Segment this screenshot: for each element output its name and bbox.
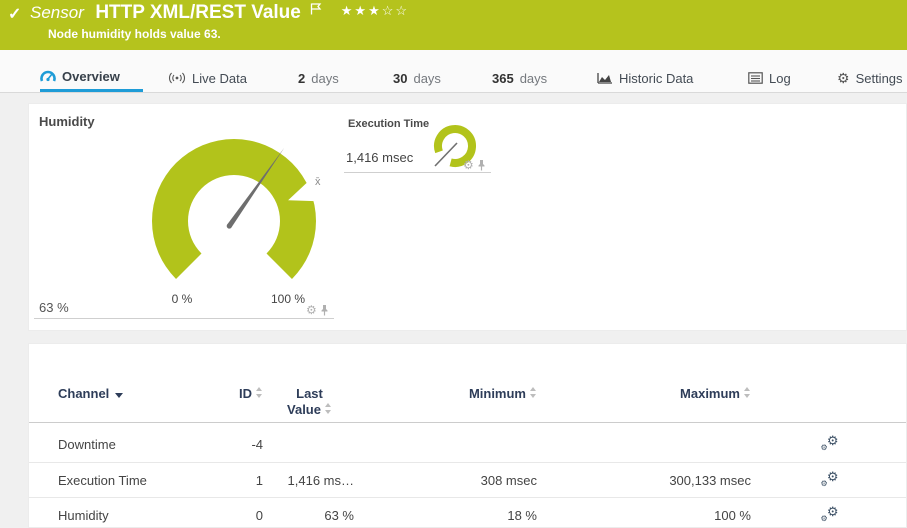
tab-365-days[interactable]: 365 days bbox=[492, 50, 547, 92]
column-header-maximum[interactable]: Maximum bbox=[549, 372, 753, 401]
channels-table-panel: Channel ID Last Value Minimum Maximum Do… bbox=[28, 343, 907, 528]
sort-icon bbox=[256, 387, 263, 398]
edit-channel-gears-icon[interactable]: ⚙⚙ bbox=[821, 435, 839, 451]
table-row-downtime[interactable]: Downtime -4 ⚙⚙ bbox=[29, 423, 906, 463]
channels-table: Channel ID Last Value Minimum Maximum Do… bbox=[29, 372, 906, 528]
sensor-status-banner: ✓ Sensor HTTP XML/REST Value ★★★☆☆ Node … bbox=[0, 0, 907, 50]
edit-channel-gears-icon[interactable]: ⚙⚙ bbox=[821, 471, 839, 487]
tab-2-days-number: 2 bbox=[298, 71, 305, 86]
priority-flag-icon[interactable] bbox=[310, 3, 322, 15]
average-marker-label: x̄ bbox=[315, 176, 321, 188]
tab-365-days-number: 365 bbox=[492, 71, 514, 86]
tab-settings-label: Settings bbox=[856, 71, 903, 86]
edit-channel-gears-icon[interactable]: ⚙⚙ bbox=[821, 506, 839, 522]
area-chart-icon bbox=[597, 72, 613, 84]
cell-channel: Execution Time bbox=[29, 473, 199, 488]
tab-log-label: Log bbox=[769, 71, 791, 86]
gauge-icon bbox=[40, 70, 56, 83]
sensor-kind-label: Sensor bbox=[30, 3, 84, 22]
sort-desc-icon bbox=[115, 393, 123, 398]
sensor-message: Node humidity holds value 63. bbox=[48, 27, 221, 41]
column-header-channel[interactable]: Channel bbox=[29, 372, 199, 401]
sort-icon bbox=[744, 387, 751, 398]
tab-historic-data-label: Historic Data bbox=[619, 71, 693, 86]
table-row-humidity[interactable]: Humidity 0 63 % 18 % 100 % ⚙⚙ bbox=[29, 498, 906, 528]
execution-time-gauge-title: Execution Time bbox=[348, 118, 429, 130]
column-header-last-value[interactable]: Last Value bbox=[263, 372, 356, 419]
cell-channel: Downtime bbox=[29, 437, 199, 452]
cell-id: 1 bbox=[199, 473, 263, 488]
tab-settings[interactable]: ⚙ Settings bbox=[837, 50, 903, 92]
gauge-pin-icon[interactable] bbox=[477, 160, 486, 171]
log-list-icon bbox=[748, 72, 763, 84]
tab-overview[interactable]: Overview bbox=[40, 50, 143, 92]
cell-channel: Humidity bbox=[29, 508, 199, 523]
gauge-max-label: 100 % bbox=[266, 292, 310, 306]
cell-minimum: 18 % bbox=[356, 508, 549, 523]
tab-30-days-word: days bbox=[413, 71, 440, 86]
tab-2-days[interactable]: 2 days bbox=[298, 50, 339, 92]
execution-time-block-underline bbox=[344, 172, 491, 173]
cell-id: -4 bbox=[199, 437, 263, 452]
priority-stars[interactable]: ★★★☆☆ bbox=[341, 3, 409, 19]
cell-last-value: 1,416 ms… bbox=[263, 473, 356, 488]
gauge-pin-icon[interactable] bbox=[320, 305, 329, 316]
cell-id: 0 bbox=[199, 508, 263, 523]
gauge-gear-icon[interactable]: ⚙ bbox=[463, 159, 474, 171]
overview-gauges-panel: Humidity x̄ 0 % 100 % 63 % ⚙ Execution T… bbox=[28, 103, 907, 331]
table-row-execution-time[interactable]: Execution Time 1 1,416 ms… 308 msec 300,… bbox=[29, 463, 906, 498]
gauge-gear-icon[interactable]: ⚙ bbox=[306, 304, 317, 316]
tab-30-days-number: 30 bbox=[393, 71, 407, 86]
humidity-current-value: 63 % bbox=[39, 300, 69, 315]
tab-historic-data[interactable]: Historic Data bbox=[597, 50, 693, 92]
cell-maximum: 300,133 msec bbox=[549, 473, 753, 488]
humidity-gauge-tools: ⚙ bbox=[306, 304, 329, 316]
humidity-gauge bbox=[142, 131, 326, 311]
settings-gear-icon: ⚙ bbox=[837, 71, 850, 85]
tab-30-days[interactable]: 30 days bbox=[393, 50, 441, 92]
broadcast-icon bbox=[168, 72, 186, 84]
page-title: HTTP XML/REST Value bbox=[95, 2, 301, 23]
prtg-sensor-page: ✓ Sensor HTTP XML/REST Value ★★★☆☆ Node … bbox=[0, 0, 907, 528]
cell-last-value: 63 % bbox=[263, 508, 356, 523]
execution-time-current-value: 1,416 msec bbox=[346, 150, 413, 165]
cell-maximum: 100 % bbox=[549, 508, 753, 523]
humidity-gauge-title: Humidity bbox=[39, 114, 95, 129]
sort-icon bbox=[325, 403, 332, 414]
tab-2-days-word: days bbox=[311, 71, 338, 86]
column-header-id[interactable]: ID bbox=[199, 372, 263, 401]
column-header-minimum[interactable]: Minimum bbox=[356, 372, 549, 401]
tab-overview-label: Overview bbox=[62, 69, 120, 84]
sort-icon bbox=[530, 387, 537, 398]
status-ok-icon: ✓ bbox=[8, 4, 21, 24]
tab-log[interactable]: Log bbox=[748, 50, 791, 92]
tab-live-data[interactable]: Live Data bbox=[168, 50, 247, 92]
tab-365-days-word: days bbox=[520, 71, 547, 86]
tab-live-data-label: Live Data bbox=[192, 71, 247, 86]
gauge-min-label: 0 % bbox=[160, 292, 204, 306]
execution-time-gauge-tools: ⚙ bbox=[463, 159, 486, 171]
humidity-block-underline bbox=[34, 318, 334, 319]
channels-table-header: Channel ID Last Value Minimum Maximum bbox=[29, 372, 906, 423]
tab-bar: Overview Live Data 2 days 30 days 365 da… bbox=[0, 50, 907, 93]
cell-minimum: 308 msec bbox=[356, 473, 549, 488]
sensor-title-row: Sensor HTTP XML/REST Value ★★★☆☆ bbox=[30, 2, 409, 24]
